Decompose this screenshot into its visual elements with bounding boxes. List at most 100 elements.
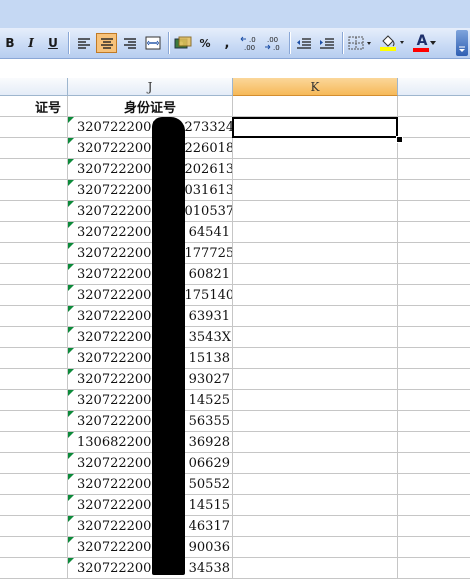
cell-l[interactable]	[398, 243, 470, 264]
column-header-k[interactable]: K	[233, 78, 398, 96]
cell-l[interactable]	[398, 117, 470, 138]
column-header-j[interactable]: J	[68, 78, 233, 96]
cell-l[interactable]	[398, 390, 470, 411]
cell-k[interactable]	[233, 306, 398, 327]
cell-l[interactable]	[398, 285, 470, 306]
font-color-button[interactable]: A	[411, 33, 443, 53]
id-number-cell[interactable]: 3207222006 14525	[68, 390, 233, 411]
cell-k[interactable]	[233, 495, 398, 516]
id-number-cell[interactable]: 3207222006 93027	[68, 369, 233, 390]
cell-k[interactable]	[233, 348, 398, 369]
id-number-cell[interactable]: 3207222006 60821	[68, 264, 233, 285]
cell-k[interactable]	[233, 411, 398, 432]
id-number-cell[interactable]: 3207222006 177725	[68, 243, 233, 264]
header-cell-k[interactable]	[233, 96, 398, 117]
cell-k[interactable]	[233, 432, 398, 453]
cell-k[interactable]	[233, 159, 398, 180]
column-header-i[interactable]	[0, 78, 68, 96]
id-number-cell[interactable]: 3207222006 010537	[68, 201, 233, 222]
id-number-cell[interactable]: 3207222005 226018	[68, 138, 233, 159]
cell-i[interactable]	[0, 558, 68, 579]
decrease-decimal-button[interactable]: .00.0	[264, 33, 286, 53]
cell-i[interactable]	[0, 453, 68, 474]
comma-style-button[interactable]: ,	[221, 33, 233, 53]
id-number-cell[interactable]: 3207222006 202613	[68, 159, 233, 180]
cell-k[interactable]	[233, 327, 398, 348]
cell-l[interactable]	[398, 159, 470, 180]
borders-button[interactable]	[347, 33, 375, 53]
cell-l[interactable]	[398, 516, 470, 537]
cell-l[interactable]	[398, 138, 470, 159]
cell-k[interactable]	[233, 558, 398, 579]
id-number-cell[interactable]: 3207222005 64541	[68, 222, 233, 243]
id-number-cell[interactable]: 1306822006 36928	[68, 432, 233, 453]
cell-l[interactable]	[398, 495, 470, 516]
header-cell-j[interactable]: 身份证号	[68, 96, 233, 117]
cell-i[interactable]	[0, 390, 68, 411]
cell-i[interactable]	[0, 264, 68, 285]
cell-l[interactable]	[398, 432, 470, 453]
cell-i[interactable]	[0, 285, 68, 306]
currency-button[interactable]	[172, 33, 194, 53]
cell-i[interactable]	[0, 369, 68, 390]
cell-l[interactable]	[398, 411, 470, 432]
merge-center-button[interactable]	[143, 33, 163, 53]
cell-l[interactable]	[398, 369, 470, 390]
align-left-button[interactable]	[74, 33, 94, 53]
cell-i[interactable]	[0, 474, 68, 495]
cell-l[interactable]	[398, 264, 470, 285]
header-cell-l[interactable]	[398, 96, 470, 117]
cell-k[interactable]	[233, 537, 398, 558]
cell-i[interactable]	[0, 411, 68, 432]
cell-k[interactable]	[233, 369, 398, 390]
cell-k[interactable]	[233, 222, 398, 243]
id-number-cell[interactable]: 3207222006 63931	[68, 306, 233, 327]
cell-k[interactable]	[233, 243, 398, 264]
bold-button[interactable]: B	[2, 33, 18, 53]
id-number-cell[interactable]: 3207222006 031613	[68, 180, 233, 201]
id-number-cell[interactable]: 3207222005 46317	[68, 516, 233, 537]
id-number-cell[interactable]: 3207222006 175140	[68, 285, 233, 306]
increase-decimal-button[interactable]: .0.00	[240, 33, 262, 53]
cell-i[interactable]	[0, 348, 68, 369]
id-number-cell[interactable]: 3207222006 15138	[68, 348, 233, 369]
id-number-cell[interactable]: 3207222006 06629	[68, 453, 233, 474]
cell-i[interactable]	[0, 222, 68, 243]
cell-i[interactable]	[0, 327, 68, 348]
cell-l[interactable]	[398, 306, 470, 327]
cell-l[interactable]	[398, 474, 470, 495]
cell-l[interactable]	[398, 327, 470, 348]
cell-k[interactable]	[233, 201, 398, 222]
cell-i[interactable]	[0, 117, 68, 138]
cell-k[interactable]	[233, 285, 398, 306]
cell-i[interactable]	[0, 201, 68, 222]
column-header-l[interactable]	[398, 78, 470, 96]
cell-l[interactable]	[398, 222, 470, 243]
id-number-cell[interactable]: 3207222006 3543X	[68, 327, 233, 348]
cell-k[interactable]	[233, 138, 398, 159]
cell-l[interactable]	[398, 453, 470, 474]
underline-button[interactable]: U	[44, 33, 62, 53]
cell-k[interactable]	[233, 264, 398, 285]
fill-color-button[interactable]	[378, 33, 408, 53]
cell-i[interactable]	[0, 138, 68, 159]
cell-i[interactable]	[0, 537, 68, 558]
toolbar-options-button[interactable]	[456, 30, 468, 56]
cell-i[interactable]	[0, 306, 68, 327]
fill-handle[interactable]	[396, 136, 403, 143]
cell-i[interactable]	[0, 495, 68, 516]
header-cell-i[interactable]: 证号	[0, 96, 68, 117]
align-center-button[interactable]	[96, 33, 117, 53]
cell-k[interactable]	[233, 390, 398, 411]
cell-l[interactable]	[398, 537, 470, 558]
cell-i[interactable]	[0, 516, 68, 537]
active-cell-selection[interactable]	[232, 117, 398, 138]
id-number-cell[interactable]: 3207222006 34538	[68, 558, 233, 579]
cell-k[interactable]	[233, 474, 398, 495]
cell-i[interactable]	[0, 159, 68, 180]
cell-l[interactable]	[398, 180, 470, 201]
italic-button[interactable]: I	[22, 33, 40, 53]
id-number-cell[interactable]: 3207222006 56355	[68, 411, 233, 432]
align-right-button[interactable]	[120, 33, 140, 53]
decrease-indent-button[interactable]	[294, 33, 314, 53]
